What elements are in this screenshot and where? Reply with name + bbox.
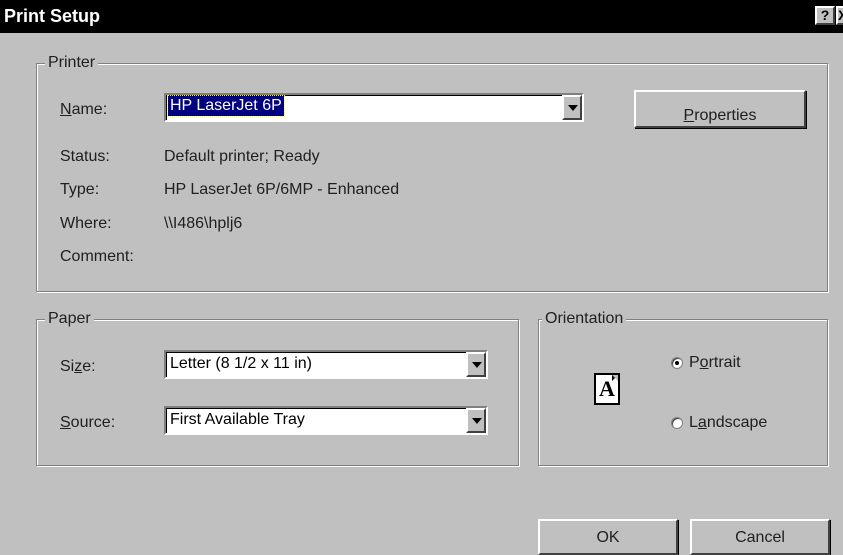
- chevron-down-icon: [472, 418, 482, 424]
- title-bar[interactable]: Print Setup ? X: [0, 0, 843, 33]
- close-button[interactable]: X: [836, 6, 843, 25]
- cancel-button[interactable]: Cancel: [690, 519, 830, 555]
- paper-source-select[interactable]: First Available Tray: [164, 406, 488, 435]
- paper-source-dropdown-button[interactable]: [466, 408, 486, 433]
- ok-button[interactable]: OK: [538, 519, 678, 555]
- portrait-radio[interactable]: [671, 357, 683, 369]
- paper-size-dropdown-button[interactable]: [466, 352, 486, 377]
- printer-name-select[interactable]: HP LaserJet 6P: [164, 93, 584, 122]
- landscape-label[interactable]: Landscape: [689, 413, 767, 433]
- printer-group-legend: Printer: [45, 53, 99, 73]
- paper-size-value: Letter (8 1/2 x 11 in): [170, 355, 312, 372]
- window-title: Print Setup: [4, 6, 101, 26]
- chevron-down-icon: [568, 105, 578, 111]
- portrait-page-icon: A: [594, 373, 620, 405]
- printer-name-value: HP LaserJet 6P: [167, 95, 285, 117]
- portrait-label[interactable]: Portrait: [689, 353, 741, 373]
- type-label: Type:: [60, 181, 100, 198]
- paper-group: Paper Size: Letter (8 1/2 x 11 in) Sourc…: [36, 309, 519, 466]
- status-value: Default printer; Ready: [164, 148, 320, 165]
- paper-group-legend: Paper: [45, 309, 94, 329]
- where-label: Where:: [60, 215, 112, 232]
- type-value: HP LaserJet 6P/6MP - Enhanced: [164, 181, 400, 198]
- paper-size-select[interactable]: Letter (8 1/2 x 11 in): [164, 350, 488, 379]
- where-value: \\I486\hplj6: [164, 215, 243, 232]
- name-label: Name:: [60, 101, 108, 118]
- orientation-group-legend: Orientation: [542, 309, 627, 329]
- status-label: Status:: [60, 148, 110, 165]
- printer-name-dropdown-button[interactable]: [562, 95, 582, 120]
- printer-group: Printer Name: HP LaserJet 6P Properties …: [36, 53, 828, 292]
- help-button[interactable]: ?: [815, 6, 835, 25]
- print-setup-dialog: Print Setup ? X Printer Name: HP LaserJe…: [0, 0, 843, 555]
- source-label: Source:: [60, 414, 116, 431]
- paper-source-value: First Available Tray: [170, 411, 305, 428]
- comment-label: Comment:: [60, 248, 134, 265]
- properties-button-label: Properties: [683, 107, 757, 124]
- orientation-group: Orientation A Portrait Landscape: [538, 309, 828, 466]
- chevron-down-icon: [472, 362, 482, 368]
- landscape-radio[interactable]: [671, 417, 683, 429]
- ok-button-label: OK: [596, 529, 620, 546]
- properties-button[interactable]: Properties: [634, 90, 806, 128]
- cancel-button-label: Cancel: [735, 529, 785, 546]
- page-fold-inner: [612, 375, 618, 381]
- size-label: Size:: [60, 358, 96, 375]
